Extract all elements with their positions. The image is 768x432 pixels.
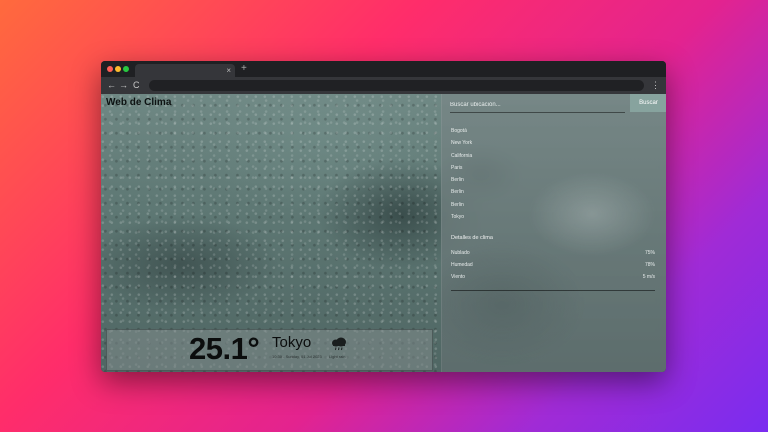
browser-window: × + ← → C ⋮ Web de Clima 25.1° Tokyo 10:… [101,61,666,372]
reload-icon[interactable]: C [133,79,140,92]
back-arrow-icon[interactable]: ← [107,79,116,92]
browser-menu-icon[interactable]: ⋮ [651,79,660,92]
city-list: Bogotá New York California Paris Berlin … [451,125,472,223]
detail-label: Viento [451,274,466,280]
forward-arrow-icon[interactable]: → [119,79,128,92]
detail-row-humidity: Humedad 78% [451,262,655,268]
details-heading: Detalles de clima [451,235,493,241]
minimize-window-button[interactable] [115,66,121,72]
location-search-input[interactable] [450,98,625,113]
detail-label: Humedad [451,262,473,268]
detail-value: 78% [644,262,655,268]
city-item[interactable]: California [451,150,472,162]
app-title: Web de Clima [106,97,172,108]
divider [451,290,655,291]
tab-close-icon[interactable]: × [226,65,231,76]
city-item[interactable]: Bogotá [451,125,472,137]
search-button[interactable]: Buscar [630,94,666,112]
address-bar[interactable] [149,80,644,91]
city-item[interactable]: Tokyo [451,211,472,223]
current-weather-card: 25.1° Tokyo 10:30 - Sunday, 01 Jul 2023 … [106,329,433,371]
date-time: 10:30 - Sunday, 01 Jul 2023 [272,354,322,359]
browser-tab[interactable]: × [135,64,235,77]
browser-toolbar: ← → C ⋮ [101,77,666,94]
close-window-button[interactable] [107,66,113,72]
detail-value: 5 m/s [642,274,655,280]
city-item[interactable]: Berlin [451,186,472,198]
city-item[interactable]: Berlin [451,174,472,186]
detail-label: Nublado [451,250,470,256]
new-tab-icon[interactable]: + [241,63,247,75]
maximize-window-button[interactable] [123,66,129,72]
browser-titlebar: × + [101,61,666,77]
city-item[interactable]: New York [451,137,472,149]
city-item[interactable]: Paris [451,162,472,174]
side-panel: Buscar Bogotá New York California Paris … [441,94,666,372]
detail-row-wind: Viento 5 m/s [451,274,655,280]
city-item[interactable]: Berlin [451,199,472,211]
condition-label: Light rain [329,354,346,359]
detail-row-cloudy: Nublado 75% [451,250,655,256]
city-name: Tokyo [272,334,312,351]
page-viewport: Web de Clima 25.1° Tokyo 10:30 - Sunday,… [101,94,666,372]
rain-cloud-icon [332,337,346,351]
detail-value: 75% [644,250,655,256]
temperature: 25.1° [189,331,260,366]
